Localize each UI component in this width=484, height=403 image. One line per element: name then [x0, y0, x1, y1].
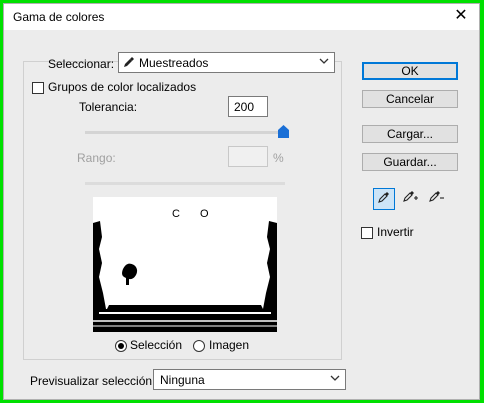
select-label: Seleccionar: — [48, 57, 115, 71]
eyedropper-tool[interactable] — [373, 188, 395, 210]
eyedropper-icon — [377, 192, 391, 207]
svg-text:O: O — [200, 208, 209, 220]
ok-button[interactable]: OK — [362, 62, 458, 80]
cancel-button[interactable]: Cancelar — [362, 90, 458, 108]
tolerance-slider[interactable] — [85, 131, 285, 134]
title-bar: Gama de colores ✕ — [4, 4, 479, 30]
image-radio-label: Imagen — [209, 338, 250, 352]
eyedropper-subtract-tool[interactable] — [425, 188, 447, 210]
chevron-down-icon — [330, 373, 340, 386]
localized-label: Grupos de color localizados — [48, 80, 197, 94]
select-value: Muestreados — [139, 56, 209, 70]
range-slider — [85, 182, 285, 185]
eyedropper-plus-icon — [402, 191, 418, 206]
invert-checkbox[interactable] — [361, 227, 373, 239]
selection-radio-label: Selección — [130, 338, 183, 352]
eyedropper-icon — [123, 56, 135, 71]
image-radio[interactable] — [193, 340, 205, 352]
dialog-title: Gama de colores — [13, 10, 105, 24]
select-dropdown[interactable]: Muestreados — [118, 52, 335, 73]
tolerance-label: Tolerancia: — [79, 100, 138, 114]
slider-thumb[interactable] — [278, 125, 289, 141]
eyedropper-add-tool[interactable] — [399, 188, 421, 210]
invert-label: Invertir — [377, 225, 414, 239]
color-range-dialog: Gama de colores ✕ Seleccionar: Muestread… — [3, 3, 480, 400]
preview-selection-dropdown[interactable]: Ninguna — [153, 369, 346, 390]
selection-preview[interactable]: C O — [93, 197, 277, 332]
preview-selection-value: Ninguna — [160, 373, 205, 387]
svg-text:C: C — [172, 208, 180, 220]
range-label: Rango: — [77, 151, 116, 165]
selection-radio[interactable] — [115, 340, 127, 352]
range-input — [228, 146, 268, 167]
range-unit: % — [273, 151, 284, 165]
close-button[interactable]: ✕ — [449, 5, 473, 27]
save-button[interactable]: Guardar... — [362, 153, 458, 171]
tolerance-input[interactable]: 200 — [228, 96, 268, 117]
load-button[interactable]: Cargar... — [362, 125, 458, 143]
chevron-down-icon — [319, 56, 329, 69]
eyedropper-minus-icon — [428, 191, 444, 206]
preview-selection-label: Previsualizar selección: — [30, 374, 156, 388]
localized-checkbox[interactable] — [32, 82, 44, 94]
